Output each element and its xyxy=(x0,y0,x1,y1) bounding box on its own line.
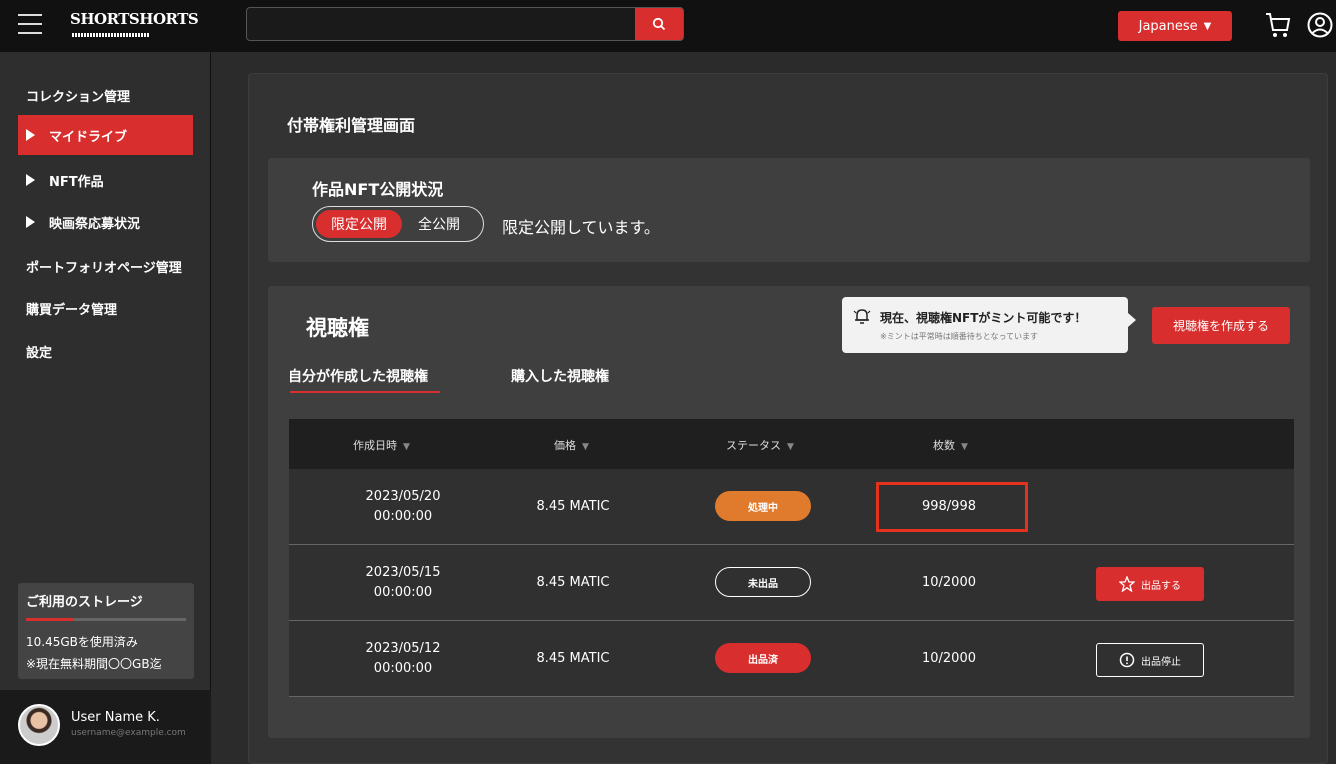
alert-icon xyxy=(1119,652,1135,668)
main-panel: 付帯権利管理画面 作品NFT公開状況 限定公開 全公開 限定公開しています。 視… xyxy=(248,73,1328,764)
sort-icon: ▼ xyxy=(403,442,410,452)
storage-panel: ご利用のストレージ 10.45GBを使用済み ※現在無料期間〇〇GB迄 xyxy=(18,583,194,679)
created-date: 2023/05/12 00:00:00 xyxy=(343,639,463,679)
notice-main-text: 現在、視聴権NFTがミント可能です！ xyxy=(880,311,1087,325)
bell-icon xyxy=(853,309,871,324)
sort-icon: ▼ xyxy=(961,442,968,452)
storage-progress-fill xyxy=(26,618,74,621)
publish-status-title: 作品NFT公開状況 xyxy=(312,180,444,199)
created-date: 2023/05/20 00:00:00 xyxy=(343,487,463,527)
storage-used: 10.45GBを使用済み xyxy=(26,635,138,649)
column-header-date[interactable]: 作成日時 ▼ xyxy=(353,437,410,453)
user-panel[interactable]: User Name K. username@example.com xyxy=(0,690,211,764)
triangle-icon xyxy=(26,129,35,141)
date-value: 2023/05/15 xyxy=(365,565,441,580)
highlight-box xyxy=(876,482,1028,532)
tab-active-indicator xyxy=(290,391,440,393)
page-title: 付帯権利管理画面 xyxy=(287,116,416,135)
sort-icon: ▼ xyxy=(582,442,589,452)
search-input[interactable] xyxy=(247,8,637,40)
listing-star-icon xyxy=(1119,576,1135,592)
price: 8.45 MATIC xyxy=(536,499,610,514)
price: 8.45 MATIC xyxy=(536,575,610,590)
sidebar: コレクション管理 マイドライブ NFT作品 映画祭応募状況 ポートフォリオページ… xyxy=(0,52,211,764)
count: 10/2000 xyxy=(921,651,976,666)
stop-listing-button[interactable]: 出品停止 xyxy=(1096,643,1204,677)
list-button[interactable]: 出品する xyxy=(1096,567,1204,601)
mint-notice: 現在、視聴権NFTがミント可能です！ ※ミントは平常時は順番待ちとなっています xyxy=(842,297,1136,353)
status-badge: 未出品 xyxy=(715,567,811,597)
date-value: 2023/05/12 xyxy=(365,641,441,656)
sidebar-item-settings[interactable]: 設定 xyxy=(26,342,52,361)
viewing-rights-table: 作成日時 ▼ 価格 ▼ ステータス ▼ 枚数 ▼ 2023/05/20 00:00:00 … xyxy=(289,419,1294,697)
toggle-public-option[interactable]: 全公開 xyxy=(409,210,469,238)
sidebar-item-purchase-data[interactable]: 購買データ管理 xyxy=(26,299,117,318)
top-bar: SHORTSHORTS Japanese ▼ xyxy=(0,0,1336,52)
storage-progress xyxy=(26,618,186,621)
column-header-count[interactable]: 枚数 ▼ xyxy=(933,437,968,453)
column-header-status[interactable]: ステータス ▼ xyxy=(726,437,794,453)
toggle-limited-option[interactable]: 限定公開 xyxy=(316,210,402,238)
table-row: 2023/05/20 00:00:00 8.45 MATIC 処理中 998/99… xyxy=(289,469,1294,545)
user-account-icon[interactable] xyxy=(1306,11,1334,39)
sidebar-item-my-drive[interactable]: マイドライブ xyxy=(18,115,193,155)
cart-icon[interactable] xyxy=(1264,10,1292,40)
publish-toggle: 限定公開 全公開 xyxy=(312,206,484,242)
logo[interactable]: SHORTSHORTS xyxy=(70,10,199,28)
search-icon xyxy=(652,17,666,31)
stop-listing-label: 出品停止 xyxy=(1141,656,1181,668)
notice-sub-text: ※ミントは平常時は順番待ちとなっています xyxy=(880,332,1039,341)
language-label: Japanese xyxy=(1138,18,1198,34)
sidebar-item-label: マイドライブ xyxy=(49,129,128,145)
tab-purchased[interactable]: 購入した視聴権 xyxy=(511,366,609,386)
sidebar-item-label: 映画祭応募状況 xyxy=(49,217,141,232)
status-badge: 処理中 xyxy=(715,491,811,521)
storage-title: ご利用のストレージ xyxy=(26,595,143,610)
viewing-rights-card: 視聴権 現在、視聴権NFTがミント可能です！ ※ミントは平常時は順番待ちとなって… xyxy=(268,286,1310,738)
count: 10/2000 xyxy=(921,575,976,590)
date-value: 2023/05/20 xyxy=(365,489,441,504)
table-row: 2023/05/15 00:00:00 8.45 MATIC 未出品 10/200… xyxy=(289,545,1294,621)
list-button-label: 出品する xyxy=(1141,580,1181,592)
status-badge: 出品済 xyxy=(715,643,811,673)
price: 8.45 MATIC xyxy=(536,651,610,666)
caret-down-icon: ▼ xyxy=(1203,20,1212,32)
publish-status-text: 限定公開しています。 xyxy=(502,218,660,237)
triangle-icon xyxy=(26,174,35,186)
publish-status-card: 作品NFT公開状況 限定公開 全公開 限定公開しています。 xyxy=(268,158,1310,262)
search-bar xyxy=(246,7,684,41)
column-header-label: ステータス xyxy=(726,439,781,452)
sidebar-item-label: NFT作品 xyxy=(49,175,104,190)
avatar xyxy=(18,704,60,746)
sidebar-item-festival[interactable]: 映画祭応募状況 xyxy=(26,213,140,232)
created-date: 2023/05/15 00:00:00 xyxy=(343,563,463,603)
menu-icon[interactable] xyxy=(18,14,42,34)
sort-icon: ▼ xyxy=(787,442,794,452)
language-select[interactable]: Japanese ▼ xyxy=(1118,11,1232,41)
table-row: 2023/05/12 00:00:00 8.45 MATIC 出品済 10/200… xyxy=(289,621,1294,697)
user-email: username@example.com xyxy=(71,728,186,738)
user-name: User Name K. xyxy=(71,710,160,725)
column-header-label: 枚数 xyxy=(933,439,955,452)
time-value: 00:00:00 xyxy=(373,509,433,524)
triangle-icon xyxy=(26,216,35,228)
table-header: 作成日時 ▼ 価格 ▼ ステータス ▼ 枚数 ▼ xyxy=(289,419,1294,469)
search-button[interactable] xyxy=(635,8,683,40)
viewing-rights-title: 視聴権 xyxy=(306,316,369,340)
logo-film-strip xyxy=(72,33,150,37)
sidebar-item-portfolio[interactable]: ポートフォリオページ管理 xyxy=(26,257,182,276)
sidebar-item-nft-works[interactable]: NFT作品 xyxy=(26,171,104,190)
column-header-price[interactable]: 価格 ▼ xyxy=(554,437,589,453)
column-header-label: 価格 xyxy=(554,439,576,452)
sidebar-item-collection[interactable]: コレクション管理 xyxy=(26,86,130,105)
time-value: 00:00:00 xyxy=(373,661,433,676)
column-header-label: 作成日時 xyxy=(353,439,397,452)
storage-note: ※現在無料期間〇〇GB迄 xyxy=(26,657,162,671)
create-viewing-right-button[interactable]: 視聴権を作成する xyxy=(1152,307,1290,344)
time-value: 00:00:00 xyxy=(373,585,433,600)
tab-created[interactable]: 自分が作成した視聴権 xyxy=(288,366,428,386)
